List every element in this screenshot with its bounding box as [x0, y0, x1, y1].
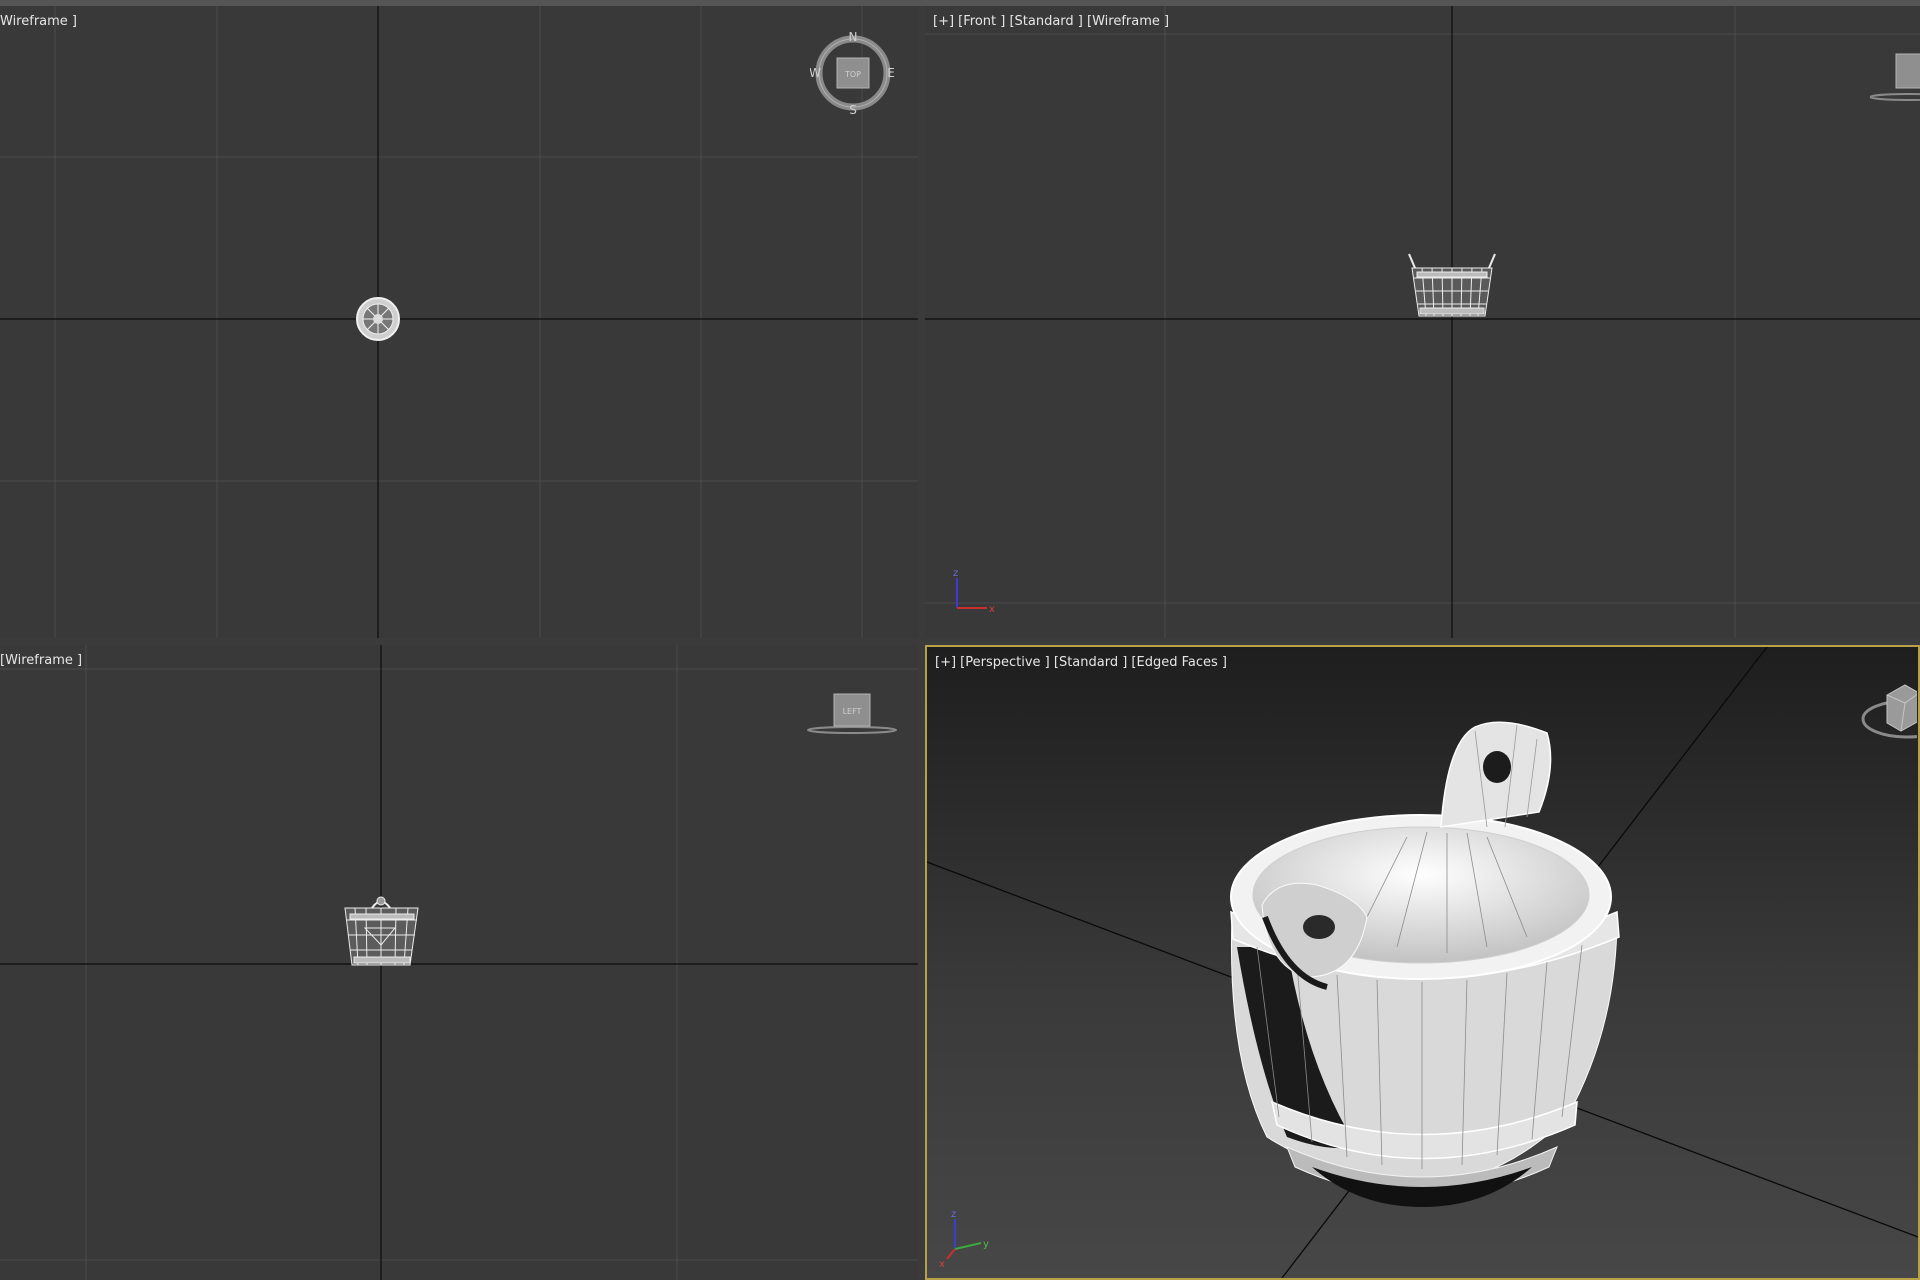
svg-text:z: z: [951, 1209, 956, 1220]
svg-text:W: W: [810, 66, 821, 80]
viewcube-icon[interactable]: LEFT: [800, 690, 900, 744]
svg-text:TOP: TOP: [844, 70, 861, 79]
bucket-model-top[interactable]: [356, 297, 400, 341]
svg-text:LEFT: LEFT: [843, 707, 862, 716]
viewport-front[interactable]: z x [+] [Front ] [Standard ] [Wireframe …: [925, 6, 1920, 638]
svg-text:z: z: [953, 568, 958, 579]
viewcube-icon[interactable]: [1857, 675, 1918, 749]
viewport-left-scene: [0, 645, 918, 1280]
viewport-top-label[interactable]: Wireframe ]: [0, 14, 77, 29]
viewport-perspective-label[interactable]: [+] [Perspective ] [Standard ] [Edged Fa…: [935, 655, 1227, 670]
viewport-top[interactable]: Wireframe ] TOP N S E W: [0, 6, 918, 638]
viewport-front-label[interactable]: [+] [Front ] [Standard ] [Wireframe ]: [933, 14, 1169, 29]
viewport-left-label[interactable]: [Wireframe ]: [0, 653, 82, 668]
viewcube-icon[interactable]: [1869, 42, 1920, 106]
viewport-top-scene: [0, 6, 918, 638]
svg-text:x: x: [939, 1259, 945, 1270]
viewport-left[interactable]: [Wireframe ] LEFT: [0, 645, 918, 1280]
svg-text:E: E: [887, 66, 895, 80]
max-viewport-layout: Wireframe ] TOP N S E W z x [+] [Front]…: [0, 0, 1920, 1280]
svg-text:y: y: [983, 1239, 989, 1250]
svg-text:x: x: [989, 604, 995, 615]
svg-text:S: S: [849, 103, 857, 116]
compass-icon[interactable]: TOP N S E W: [809, 30, 896, 120]
svg-text:N: N: [849, 30, 858, 44]
axis-tripod-icon: z x: [953, 568, 995, 615]
viewport-perspective-scene: z y x: [927, 647, 1918, 1278]
viewport-perspective[interactable]: z y x [+] [Perspective ] [Standard ] [Ed…: [925, 645, 1920, 1280]
viewport-front-scene: z x: [925, 6, 1920, 638]
